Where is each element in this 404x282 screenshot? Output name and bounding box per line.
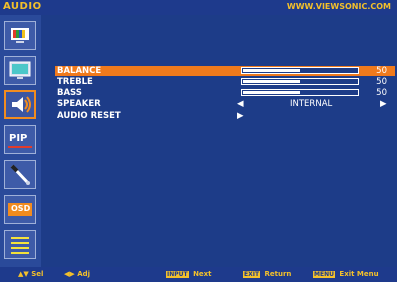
arrow-left-icon[interactable]: ◀ xyxy=(237,99,244,109)
audio-reset-label: AUDIO RESET xyxy=(57,111,121,121)
arrow-right-icon[interactable]: ▶ xyxy=(380,99,387,109)
balance-slider[interactable] xyxy=(241,67,359,74)
setup-icon[interactable] xyxy=(4,160,36,189)
display-icon[interactable] xyxy=(4,56,36,85)
footer-sel: ▲▼ Sel xyxy=(18,270,43,278)
picture-icon[interactable] xyxy=(4,21,36,50)
menu-row-treble[interactable]: TREBLE 50 xyxy=(55,77,395,87)
speaker-icon xyxy=(12,96,31,113)
footer-sel-label: Sel xyxy=(31,270,44,278)
menu-icon[interactable] xyxy=(4,230,36,259)
footer-next: INPUT Next xyxy=(166,270,212,278)
bass-slider[interactable] xyxy=(241,89,359,96)
title-bar: AUDIO WWW.VIEWSONIC.COM xyxy=(0,0,397,15)
treble-value: 50 xyxy=(376,77,387,87)
menu-row-speaker[interactable]: SPEAKER ◀ INTERNAL ▶ xyxy=(55,99,395,109)
menu-row-audio-reset[interactable]: AUDIO RESET ▶ xyxy=(55,111,395,121)
pip-icon-underline xyxy=(8,146,32,148)
osd-icon[interactable]: OSD xyxy=(4,195,36,224)
bass-slider-fill xyxy=(243,91,300,94)
bass-label: BASS xyxy=(57,88,82,98)
exit-key-icon: EXIT xyxy=(243,271,261,278)
treble-slider-fill xyxy=(243,80,300,83)
balance-slider-fill xyxy=(243,69,300,72)
treble-slider[interactable] xyxy=(241,78,359,85)
balance-label: BALANCE xyxy=(57,66,102,76)
audio-panel: BALANCE 50 TREBLE 50 BASS 50 SPEAKER ◀ I… xyxy=(41,15,397,267)
footer-exit-label: Exit Menu xyxy=(339,270,379,278)
brand-url: WWW.VIEWSONIC.COM xyxy=(286,2,391,11)
balance-value: 50 xyxy=(376,66,387,76)
footer-return-label: Return xyxy=(264,270,292,278)
menu-row-balance[interactable]: BALANCE 50 xyxy=(55,66,395,76)
menu-row-bass[interactable]: BASS 50 xyxy=(55,88,395,98)
footer-return: EXIT Return xyxy=(243,270,291,278)
up-down-arrow-icon: ▲▼ xyxy=(18,270,29,278)
arrow-right-icon[interactable]: ▶ xyxy=(237,111,244,121)
footer-exit: MENU Exit Menu xyxy=(313,270,379,278)
wrench-icon xyxy=(10,164,30,185)
footer-help-bar: ▲▼ Sel ◀▶ Adj INPUT Next EXIT Return MEN… xyxy=(0,267,397,282)
footer-adj-label: Adj xyxy=(77,270,91,278)
footer-adj: ◀▶ Adj xyxy=(64,270,90,278)
osd-window: AUDIO WWW.VIEWSONIC.COM PIP OSD BALANCE … xyxy=(0,0,397,282)
input-key-icon: INPUT xyxy=(166,271,189,278)
pip-icon-label: PIP xyxy=(9,133,28,144)
picture-icon-glyph xyxy=(11,28,29,43)
display-icon-glyph xyxy=(9,61,31,79)
speaker-value: INTERNAL xyxy=(290,99,333,109)
footer-next-label: Next xyxy=(193,270,212,278)
menu-key-icon: MENU xyxy=(313,271,335,278)
osd-icon-label: OSD xyxy=(11,204,31,213)
left-right-arrow-icon: ◀▶ xyxy=(64,270,75,278)
treble-label: TREBLE xyxy=(57,77,93,87)
page-title: AUDIO xyxy=(3,1,42,12)
pip-icon[interactable]: PIP xyxy=(4,125,36,154)
bass-value: 50 xyxy=(376,88,387,98)
audio-icon[interactable] xyxy=(4,90,36,119)
sidebar: PIP OSD xyxy=(0,15,41,267)
list-icon xyxy=(11,237,29,254)
speaker-label: SPEAKER xyxy=(57,99,101,109)
